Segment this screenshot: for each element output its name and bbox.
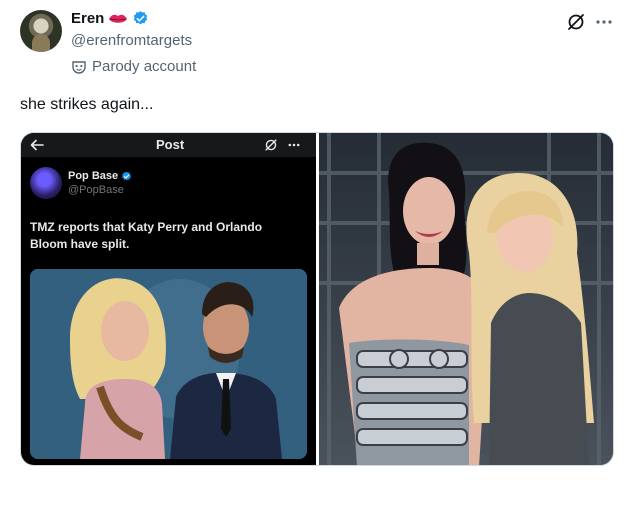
lips-icon	[109, 14, 128, 23]
mask-icon	[72, 60, 86, 74]
author-handle[interactable]: @erenfromtargets	[71, 32, 192, 49]
author-name-row: Eren	[71, 10, 149, 27]
popbase-avatar	[30, 167, 62, 199]
parody-text: Parody account	[92, 58, 197, 75]
popbase-handle: @PopBase	[68, 184, 124, 196]
media-container[interactable]: Post Pop Base @PopBase TMZ reports that …	[20, 132, 614, 466]
avatar[interactable]	[20, 10, 62, 52]
back-arrow-icon	[30, 139, 44, 151]
couple-photo	[30, 269, 307, 459]
tweet-text: she strikes again...	[20, 96, 154, 113]
parody-account-label: Parody account	[72, 58, 196, 75]
photo-illustration	[319, 133, 613, 465]
grok-icon	[265, 139, 277, 151]
couple-photo-illustration	[30, 269, 307, 459]
verified-icon	[122, 171, 131, 180]
screenshot-header-bar: Post	[21, 133, 316, 157]
popbase-name-row: Pop Base	[68, 170, 132, 182]
more-icon	[288, 143, 300, 147]
quoted-post-screenshot[interactable]: Post Pop Base @PopBase TMZ reports that …	[21, 133, 316, 465]
more-icon[interactable]	[594, 12, 614, 32]
screenshot-title: Post	[156, 137, 185, 152]
quoted-post-text: TMZ reports that Katy Perry and Orlando …	[30, 220, 263, 251]
grok-icon[interactable]	[566, 12, 586, 32]
right-photo[interactable]	[319, 133, 613, 465]
display-name[interactable]: Eren	[71, 10, 104, 27]
popbase-name: Pop Base	[68, 170, 119, 182]
verified-icon	[134, 11, 148, 25]
